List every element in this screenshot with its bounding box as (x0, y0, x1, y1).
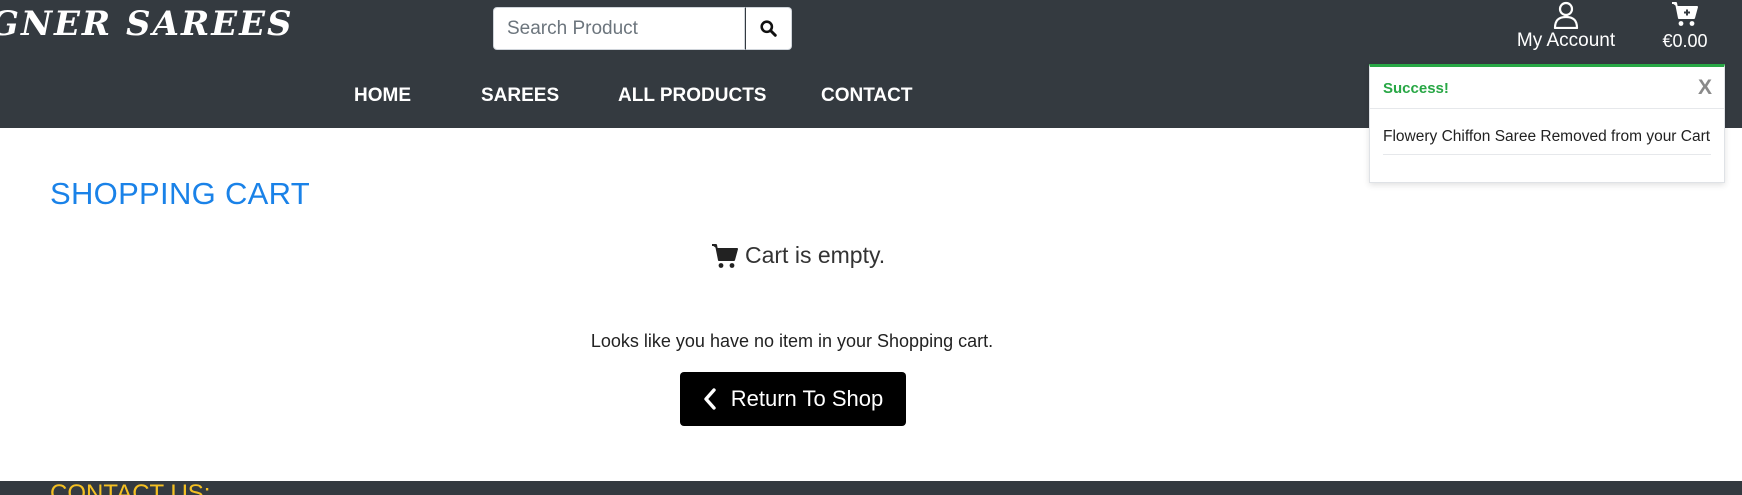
nav-item-contact[interactable]: CONTACT (821, 85, 912, 107)
header-cart-link[interactable]: €0.00 (1650, 0, 1720, 62)
search-icon (760, 20, 777, 37)
return-to-shop-label: Return To Shop (730, 386, 884, 411)
empty-cart-description: Looks like you have no item in your Shop… (590, 331, 994, 351)
site-footer: CONTACT US: (0, 481, 1742, 495)
my-account-link[interactable]: My Account (1510, 0, 1622, 62)
toast-message: Flowery Chiffon Saree Removed from your … (1383, 128, 1711, 155)
nav-item-all-products[interactable]: ALL PRODUCTS (618, 85, 766, 107)
toast-header: Success! X (1370, 67, 1724, 109)
cart-total: €0.00 (1662, 31, 1708, 51)
chevron-left-icon (704, 388, 716, 410)
success-toast: Success! X Flowery Chiffon Saree Removed… (1369, 64, 1725, 183)
cart-icon (712, 243, 738, 268)
toast-title: Success! (1383, 80, 1449, 97)
return-to-shop-button[interactable]: Return To Shop (680, 372, 906, 426)
nav-item-home[interactable]: HOME (354, 85, 411, 107)
search-button[interactable] (745, 7, 792, 50)
my-account-label: My Account (1516, 30, 1616, 51)
empty-cart-text: Cart is empty. (745, 242, 886, 268)
search-input[interactable] (493, 7, 745, 50)
site-logo[interactable]: IGNER SAREES (0, 4, 294, 44)
search-bar (493, 7, 792, 50)
user-icon (1553, 1, 1579, 29)
cart-plus-icon (1672, 2, 1698, 26)
page-title: SHOPPING CART (50, 176, 310, 211)
empty-cart-message: Cart is empty. (711, 242, 885, 269)
nav-item-sarees[interactable]: SAREES (481, 85, 559, 107)
toast-close-button[interactable]: X (1698, 76, 1712, 100)
footer-contact-title: CONTACT US: (50, 481, 211, 495)
